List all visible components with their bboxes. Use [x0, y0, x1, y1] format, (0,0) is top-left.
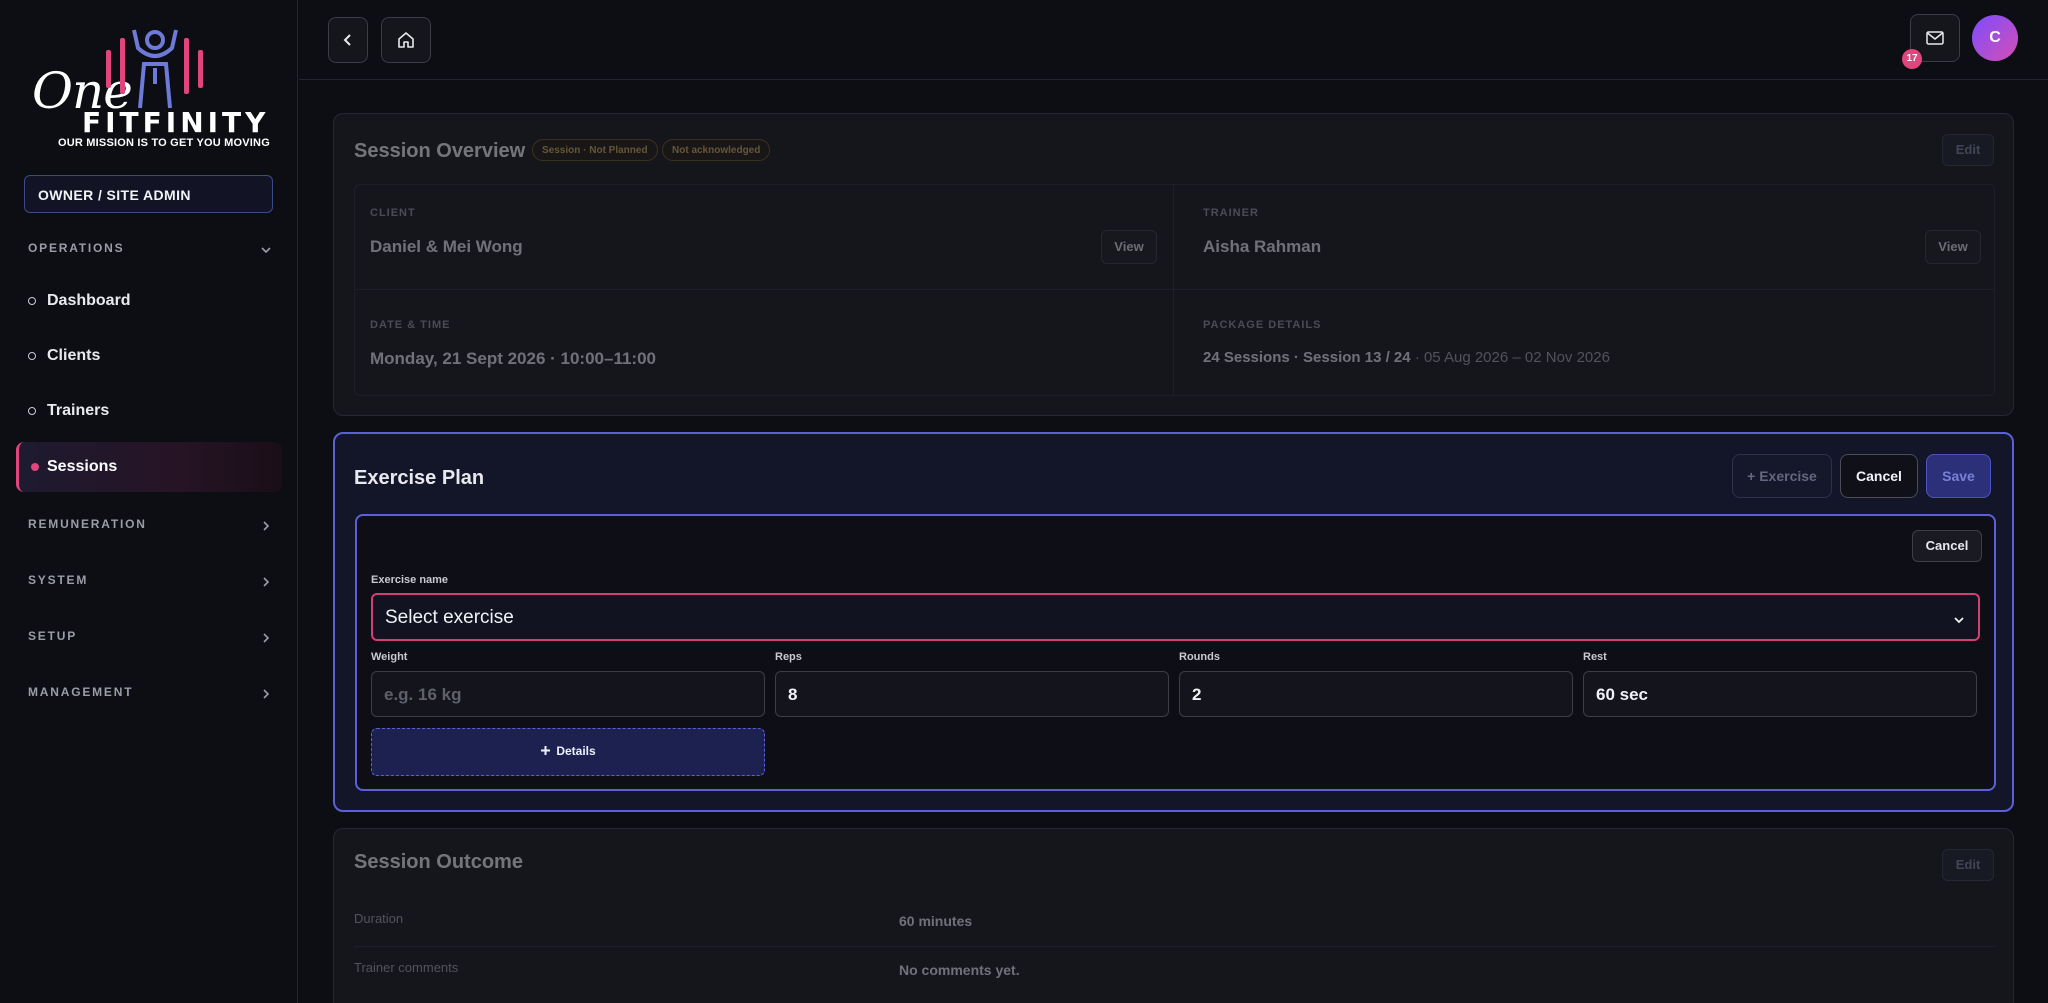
duration-label: Duration	[354, 911, 404, 926]
chevron-down-icon	[1954, 617, 1964, 624]
sidebar-item-label: Clients	[47, 347, 101, 364]
brand-logo[interactable]: One FITFINITY OUR MISSION IS TO GET YOU …	[30, 22, 280, 152]
outcome-edit-button[interactable]: Edit	[1942, 849, 1994, 881]
package-value: 24 Sessions · Session 13 / 24 · 05 Aug 2…	[1203, 349, 1610, 366]
sidebar-item-dashboard[interactable]: Dashboard	[28, 290, 268, 314]
client-label: CLIENT	[370, 207, 416, 219]
reps-input[interactable]: 8	[775, 671, 1169, 717]
trainer-name: Aisha Rahman	[1203, 237, 1322, 256]
sidebar-item-clients[interactable]: Clients	[28, 345, 268, 369]
chevron-down-icon	[261, 247, 271, 254]
rest-label: Rest	[1583, 651, 1607, 663]
trainer-comments-value: No comments yet.	[899, 962, 1020, 978]
mail-icon	[1926, 31, 1944, 45]
weight-input[interactable]: e.g. 16 kg	[371, 671, 765, 717]
client-name: Daniel & Mei Wong	[370, 237, 523, 256]
weight-label: Weight	[371, 651, 408, 663]
exercise-form-cancel-button[interactable]: Cancel	[1912, 530, 1982, 562]
logo-wordmark: FITFINITY	[82, 106, 270, 139]
nav-section-label: SETUP	[28, 629, 78, 643]
session-outcome-card: Session Outcome Edit Duration 60 minutes…	[333, 828, 2014, 1003]
rounds-input[interactable]: 2	[1179, 671, 1573, 717]
logo-figure-icon	[106, 29, 203, 109]
role-selector[interactable]: OWNER / SITE ADMIN	[24, 175, 273, 213]
back-button[interactable]	[328, 17, 368, 63]
sidebar-item-label: Sessions	[47, 458, 118, 475]
exercise-plan-card: Exercise Plan + Exercise Cancel Save Can…	[333, 432, 2014, 812]
package-sessions: 24 Sessions · Session 13 / 24	[1203, 349, 1411, 366]
user-avatar[interactable]: C	[1972, 15, 2018, 61]
nav-section-operations[interactable]: OPERATIONS	[28, 241, 273, 261]
chevron-left-icon	[343, 34, 351, 46]
nav-section-system[interactable]: SYSTEM	[28, 573, 273, 593]
trainer-label: TRAINER	[1203, 207, 1259, 219]
nav-dot-icon	[28, 297, 36, 305]
nav-section-remuneration[interactable]: REMUNERATION	[28, 517, 273, 537]
save-button[interactable]: Save	[1926, 454, 1991, 498]
sidebar-item-label: Dashboard	[47, 292, 131, 309]
status-badge: Session · Not Planned	[532, 139, 658, 161]
duration-value: 60 minutes	[899, 913, 973, 929]
package-dates: · 05 Aug 2026 – 02 Nov 2026	[1410, 349, 1610, 366]
home-button[interactable]	[381, 17, 431, 63]
chevron-right-icon	[263, 577, 270, 587]
view-client-button[interactable]: View	[1101, 230, 1157, 264]
home-icon	[398, 32, 414, 48]
nav-dot-icon	[28, 352, 36, 360]
nav-section-label: OPERATIONS	[28, 241, 125, 255]
chevron-right-icon	[263, 633, 270, 643]
package-label: PACKAGE DETAILS	[1203, 319, 1322, 331]
exercise-name-label: Exercise name	[371, 574, 449, 586]
sidebar-item-trainers[interactable]: Trainers	[28, 400, 268, 424]
overview-edit-button[interactable]: Edit	[1942, 134, 1994, 166]
nav-section-management[interactable]: MANAGEMENT	[28, 685, 273, 705]
session-overview-card: Session Overview Session · Not Planned N…	[333, 113, 2014, 416]
overview-details-grid: CLIENT Daniel & Mei Wong View TRAINER Ai…	[354, 184, 1995, 396]
add-exercise-button[interactable]: + Exercise	[1732, 454, 1832, 498]
nav-dot-active-icon	[31, 463, 39, 471]
notification-badge: 17	[1902, 49, 1922, 69]
logo-tagline: OUR MISSION IS TO GET YOU MOVING	[58, 137, 270, 149]
datetime-value: Monday, 21 Sept 2026 · 10:00–11:00	[370, 349, 657, 368]
cancel-button[interactable]: Cancel	[1840, 454, 1918, 498]
sidebar: One FITFINITY OUR MISSION IS TO GET YOU …	[0, 0, 298, 1003]
exercise-name-select[interactable]: Select exercise	[371, 593, 1980, 641]
session-overview-title: Session Overview	[354, 140, 526, 162]
nav-section-setup[interactable]: SETUP	[28, 629, 273, 649]
nav-section-label: REMUNERATION	[28, 517, 147, 531]
exercise-plan-title: Exercise Plan	[354, 467, 485, 489]
exercise-form: Cancel Exercise name Select exercise Wei…	[355, 514, 1996, 791]
grid-divider	[1173, 185, 1174, 395]
sidebar-item-sessions[interactable]: Sessions	[16, 442, 282, 492]
session-outcome-title: Session Outcome	[354, 851, 523, 873]
plus-icon	[541, 746, 551, 755]
chevron-right-icon	[263, 689, 270, 699]
datetime-label: DATE & TIME	[370, 319, 451, 331]
view-trainer-button[interactable]: View	[1925, 230, 1981, 264]
reps-label: Reps	[775, 651, 802, 663]
grid-divider	[355, 289, 1994, 290]
chevron-right-icon	[263, 521, 270, 531]
details-label: Details	[556, 744, 596, 758]
trainer-comments-label: Trainer comments	[354, 960, 459, 975]
rounds-label: Rounds	[1179, 651, 1220, 663]
nav-dot-icon	[28, 407, 36, 415]
acknowledgement-badge: Not acknowledged	[662, 139, 771, 161]
nav-section-label: SYSTEM	[28, 573, 89, 587]
row-divider	[354, 946, 1995, 947]
rest-input[interactable]: 60 sec	[1583, 671, 1977, 717]
sidebar-item-label: Trainers	[47, 402, 110, 419]
add-details-button[interactable]: Details	[371, 728, 765, 776]
top-bar: 17 C	[299, 0, 2048, 80]
nav-section-label: MANAGEMENT	[28, 685, 134, 699]
exercise-select-value: Select exercise	[385, 607, 514, 628]
